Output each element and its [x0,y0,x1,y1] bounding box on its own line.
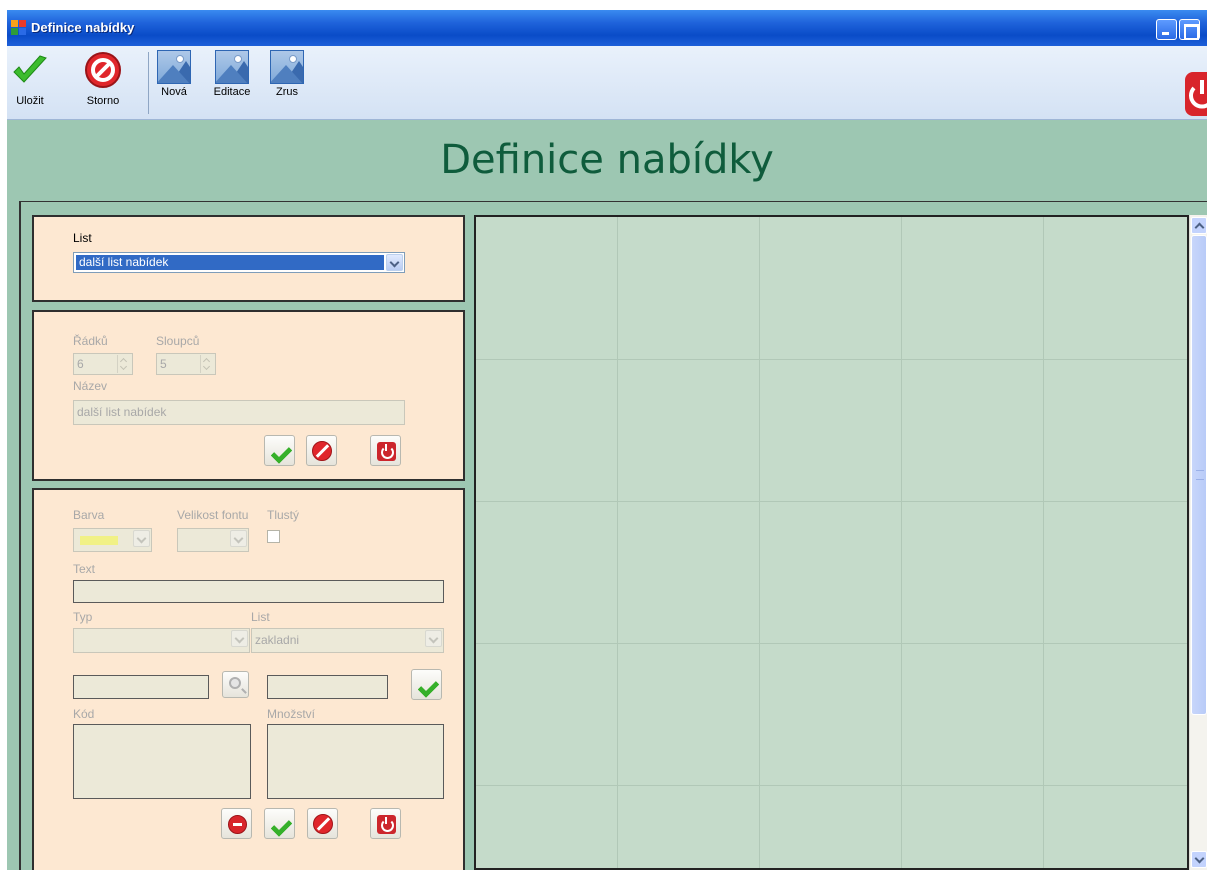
scroll-thumb[interactable] [1191,235,1207,715]
sheet-cancel-button[interactable] [306,435,337,466]
vertical-scrollbar[interactable] [1189,215,1207,870]
power-icon [377,442,396,461]
app-icon [11,20,26,35]
scroll-up-icon[interactable] [1191,217,1207,234]
code-list[interactable] [73,724,251,799]
chevron-down-icon[interactable] [231,630,248,647]
item-power-button[interactable] [370,808,401,839]
list-panel: List další list nabídek [32,215,465,302]
image-icon [270,50,304,84]
grid-line [617,217,618,868]
minimize-button[interactable] [1156,19,1177,40]
cols-label: Sloupců [156,334,200,348]
exit-button[interactable] [1185,72,1207,116]
grid-line [759,217,760,868]
color-swatch [80,536,118,545]
fontsize-select[interactable] [177,528,249,552]
item-list-label: List [251,610,270,624]
chevron-down-icon[interactable] [386,254,403,271]
check-icon [13,55,47,83]
list-label: List [73,231,92,245]
rows-stepper[interactable]: 6 [73,353,133,375]
quantity-list[interactable] [267,724,444,799]
item-confirm-button[interactable] [264,808,295,839]
name-label: Název [73,379,108,393]
list-selected-value: další list nabídek [76,255,384,270]
item-list-value: zakladni [255,633,300,647]
search-button[interactable] [222,671,249,698]
type-select[interactable] [73,628,250,653]
sheet-confirm-button[interactable] [264,435,295,466]
maximize-button[interactable] [1179,19,1200,40]
chevron-down-icon[interactable] [133,530,150,547]
item-list-select[interactable]: zakladni [251,628,444,653]
code-label: Kód [73,707,95,721]
spinner-icon[interactable] [117,355,131,373]
item-remove-button[interactable] [221,808,252,839]
delete-button[interactable]: Zrus [269,50,305,98]
quantity-label: Množství [267,707,316,721]
list-select[interactable]: další list nabídek [73,252,405,273]
cols-stepper[interactable]: 5 [156,353,216,375]
chevron-down-icon[interactable] [230,530,247,547]
cancel-icon [85,52,121,88]
edit-label: Editace [213,86,251,98]
grid-line [476,643,1187,644]
check-icon [270,817,290,829]
rows-value: 6 [77,357,84,371]
color-select[interactable] [73,528,152,552]
chevron-down-icon[interactable] [425,630,442,647]
sheet-panel: Řádků Sloupců 6 5 Název další list nabíd… [32,310,465,481]
power-icon [1189,80,1207,109]
name-value: další list nabídek [77,405,167,419]
cols-value: 5 [160,357,167,371]
image-icon [157,50,191,84]
save-button[interactable]: Uložit [10,50,50,107]
text-field[interactable] [73,580,444,603]
item-confirm-small-button[interactable] [411,669,442,700]
cancel-label: Storno [86,95,120,107]
title-bar: Definice nabídky [7,10,1207,46]
name-field[interactable]: další list nabídek [73,400,405,425]
grid-line [476,359,1187,360]
item-cancel-button[interactable] [307,808,338,839]
grid-line [1043,217,1044,868]
edit-button[interactable]: Editace [209,50,255,98]
rows-label: Řádků [73,334,108,348]
save-label: Uložit [16,95,44,107]
minus-icon [228,815,247,834]
menu-grid[interactable] [474,215,1189,870]
item-panel: Barva Velikost fontu Tlustý Text Typ Lis… [32,488,465,870]
check-icon [270,444,290,456]
cancel-button[interactable]: Storno [78,50,128,107]
header-band: Definice nabídky [7,120,1207,198]
window-title: Definice nabídky [31,20,135,35]
cancel-icon [312,441,332,461]
bold-label: Tlustý [267,508,300,522]
sheet-power-button[interactable] [370,435,401,466]
grid-line [476,785,1187,786]
check-icon [417,678,437,690]
scroll-down-icon[interactable] [1191,851,1207,868]
quantity-input[interactable] [267,675,388,699]
spinner-icon[interactable] [200,355,214,373]
bold-checkbox[interactable] [267,530,280,543]
power-icon [377,815,396,834]
delete-label: Zrus [276,86,298,98]
color-label: Barva [73,508,105,522]
new-label: Nová [161,86,187,98]
page-title: Definice nabídky [440,137,774,183]
text-label: Text [73,562,96,576]
search-icon [229,677,241,689]
fontsize-label: Velikost fontu [177,508,249,522]
toolbar-separator [148,52,149,114]
grid-line [901,217,902,868]
toolbar: Uložit Storno Nová Editace Zrus [7,46,1207,120]
grid-line [476,501,1187,502]
new-button[interactable]: Nová [156,50,192,98]
cancel-icon [313,814,333,834]
type-label: Typ [73,610,93,624]
image-icon [215,50,249,84]
code-input[interactable] [73,675,209,699]
